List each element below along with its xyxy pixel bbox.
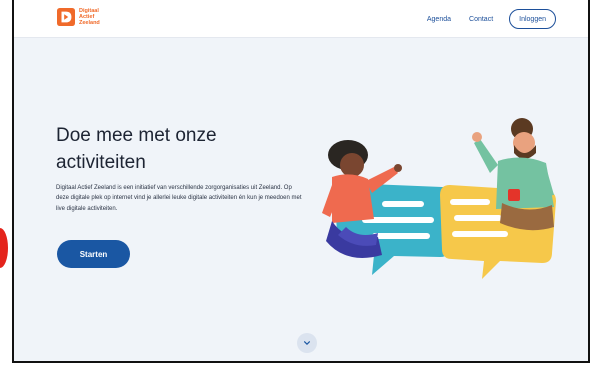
chevron-down-icon [304, 341, 310, 346]
site-logo[interactable]: Digitaal Actief Zeeland [57, 8, 100, 26]
logo-line-3: Zeeland [79, 20, 100, 26]
top-navbar: Digitaal Actief Zeeland Agenda Contact I… [14, 0, 588, 38]
hero-illustration [322, 118, 556, 279]
nav-links: Agenda Contact Inloggen [409, 9, 556, 29]
hero-description: Digitaal Actief Zeeland is een initiatie… [56, 185, 302, 212]
scroll-down-button[interactable] [297, 333, 317, 353]
browser-viewport: Digitaal Actief Zeeland Agenda Contact I… [12, 0, 590, 363]
red-edge-marker [0, 228, 8, 268]
login-button[interactable]: Inloggen [509, 9, 556, 29]
hero-title: Doe mee met onze activiteiten [56, 125, 217, 173]
nav-link-agenda[interactable]: Agenda [427, 16, 451, 23]
logo-text: Digitaal Actief Zeeland [79, 8, 100, 26]
start-button[interactable]: Starten [57, 240, 130, 268]
nav-link-contact[interactable]: Contact [469, 16, 493, 23]
digitaal-actief-logo-icon [57, 8, 75, 26]
